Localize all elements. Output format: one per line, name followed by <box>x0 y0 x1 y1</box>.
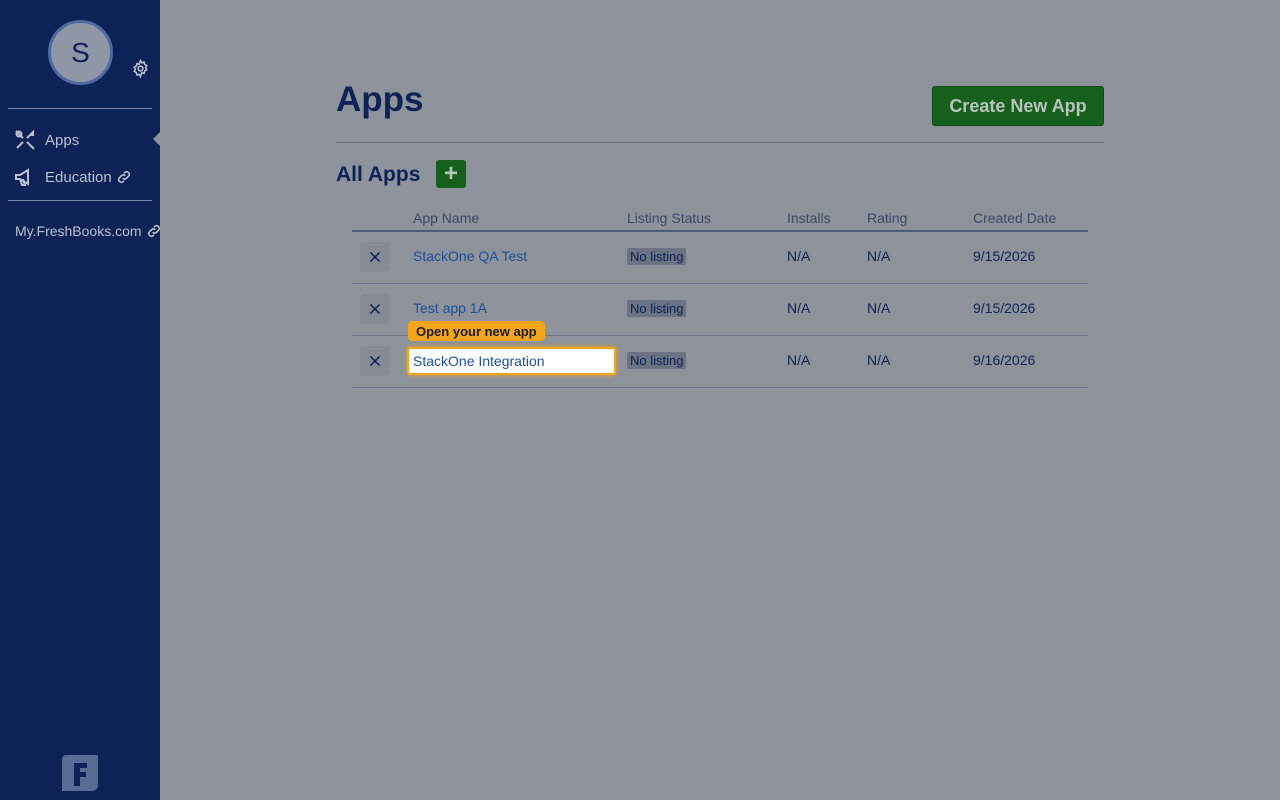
page-title: Apps <box>336 80 424 119</box>
installs-value: N/A <box>787 248 811 264</box>
sidebar-divider <box>8 200 152 201</box>
status-badge: No listing <box>627 300 687 317</box>
app-tools-icon <box>360 242 390 272</box>
installs-value: N/A <box>787 352 811 368</box>
section-title: All Apps <box>336 163 421 186</box>
sidebar-item-label: Education <box>45 168 112 186</box>
onboarding-tooltip: Open your new app <box>408 321 545 341</box>
tools-icon <box>12 127 38 153</box>
add-app-button[interactable]: + <box>436 160 466 188</box>
table-row: StackOne QA Test No listing N/A N/A 9/15… <box>352 232 1088 284</box>
active-indicator <box>153 132 160 146</box>
table-header: App Name Listing Status Installs Rating … <box>352 206 1088 232</box>
rating-value: N/A <box>867 248 891 264</box>
app-name-link[interactable]: StackOne QA Test <box>413 248 527 264</box>
status-badge: No listing <box>627 352 687 369</box>
status-badge-label: No listing <box>627 300 687 317</box>
megaphone-icon <box>12 164 38 190</box>
avatar[interactable]: S <box>48 20 113 85</box>
highlighted-app-link[interactable]: StackOne Integration <box>407 347 616 375</box>
rating-value: N/A <box>867 300 891 316</box>
sidebar-divider <box>8 108 152 109</box>
sidebar-item-label: My.FreshBooks.com <box>15 223 142 239</box>
freshbooks-logo[interactable] <box>60 753 100 793</box>
created-date: 9/16/2026 <box>973 352 1036 368</box>
status-badge-label: No listing <box>627 248 687 265</box>
sidebar-item-education[interactable]: Education <box>12 164 132 190</box>
created-date: 9/15/2026 <box>973 300 1036 316</box>
app-tools-icon <box>360 346 390 376</box>
column-header: Installs <box>787 210 831 226</box>
column-header: Listing Status <box>627 210 712 226</box>
status-badge-label: No listing <box>627 352 687 369</box>
gear-icon[interactable] <box>131 59 150 78</box>
sidebar-item-label: Apps <box>45 131 80 149</box>
link-icon <box>147 224 160 238</box>
column-header: Created Date <box>973 210 1057 226</box>
create-new-app-button[interactable]: Create New App <box>932 86 1104 126</box>
column-header: Rating <box>867 210 908 226</box>
created-date: 9/15/2026 <box>973 248 1036 264</box>
app-tools-icon <box>360 294 390 324</box>
app-name-link[interactable]: StackOne Integration <box>413 353 545 369</box>
sidebar-item-apps[interactable]: Apps <box>12 127 79 153</box>
column-header: App Name <box>413 210 480 226</box>
status-badge: No listing <box>627 248 687 265</box>
header-divider <box>336 142 1104 143</box>
sidebar: S Apps Education My.FreshBooks.com <box>0 0 160 800</box>
sidebar-item-myfreshbooks[interactable]: My.FreshBooks.com <box>15 218 162 244</box>
link-icon <box>117 170 130 184</box>
installs-value: N/A <box>787 300 811 316</box>
rating-value: N/A <box>867 352 891 368</box>
app-name-link[interactable]: Test app 1A <box>413 300 487 316</box>
